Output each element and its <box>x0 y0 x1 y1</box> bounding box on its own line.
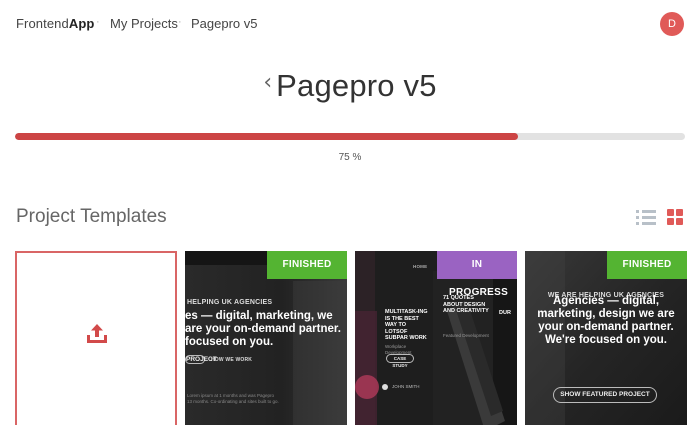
list-view-icon[interactable] <box>636 209 656 225</box>
template-card[interactable]: IN PROGRESS HOME MULTITASK-ING IS THE BE… <box>355 251 517 425</box>
progress-fill <box>15 133 518 140</box>
template-kicker: HELPING UK AGENCIES <box>187 299 273 306</box>
template-headline: es — digital, marketing, we are your on-… <box>185 310 341 348</box>
template-button: SHOW FEATURED PROJECT <box>553 387 657 403</box>
page-title: Pagepro v5 <box>276 68 437 103</box>
template-headline: Agencies — digital, marketing, design we… <box>537 295 675 346</box>
app-logo[interactable]: FrontendApp <box>16 16 94 31</box>
progress-label: 75 % <box>338 152 362 163</box>
template-button: PROJECT <box>185 355 217 364</box>
template-author: JOHN SMITH <box>392 384 420 389</box>
template-headline: 71 QUOTES ABOUT DESIGN AND CREATIVITY <box>443 295 489 314</box>
template-button: CASE STUDY <box>386 354 414 368</box>
template-kicker: HOME <box>413 264 428 269</box>
grid-view-icon[interactable] <box>667 209 684 226</box>
brand-light: Frontend <box>16 16 69 31</box>
upload-template-card[interactable] <box>15 251 177 425</box>
template-headline: MULTITASK-ING IS THE BEST WAY TO LOTSOF … <box>385 309 428 341</box>
status-badge-finished: FINISHED <box>267 251 347 279</box>
upload-icon <box>87 324 107 343</box>
template-caption: Featured Development <box>443 333 489 338</box>
back-chevron-icon[interactable]: ‹ <box>263 70 272 95</box>
page-header: ‹ Pagepro v5 <box>0 68 700 104</box>
template-link: HOW WE WORK <box>211 357 253 363</box>
status-badge-in-progress: IN PROGRESS <box>437 251 517 298</box>
brand-bold: App <box>68 16 95 31</box>
status-badge-finished: FINISHED <box>607 251 687 279</box>
user-avatar[interactable]: D <box>660 12 684 36</box>
progress-bar <box>15 133 685 140</box>
section-title: Project Templates <box>16 206 167 227</box>
template-headline: DUR <box>499 310 511 316</box>
breadcrumb-separator: · <box>178 16 182 28</box>
template-card[interactable]: FINISHED HELPING UK AGENCIES es — digita… <box>185 251 347 425</box>
breadcrumb-my-projects[interactable]: My Projects <box>110 16 178 31</box>
template-footnote: Lorem ipsum at 1 months and was Pagepro … <box>187 393 279 404</box>
breadcrumb-current-project[interactable]: Pagepro v5 <box>191 16 258 31</box>
breadcrumb-separator: · <box>96 16 100 28</box>
template-card[interactable]: FINISHED WE ARE HELPING UK AGENCIES Agen… <box>525 251 687 425</box>
top-bar: FrontendApp · My Projects · Pagepro v5 D <box>0 0 700 48</box>
